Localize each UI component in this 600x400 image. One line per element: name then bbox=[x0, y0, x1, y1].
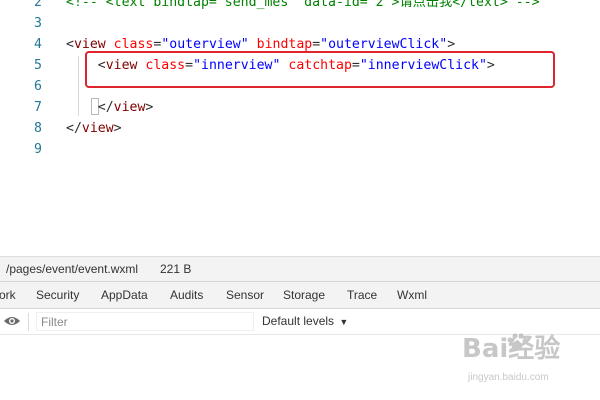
line-number: 6 bbox=[34, 79, 42, 94]
tab-trace[interactable]: Trace bbox=[347, 282, 377, 308]
editor-statusbar: /pages/event/event.wxml 221 B bbox=[0, 256, 600, 281]
code-token: class bbox=[113, 37, 154, 52]
code-line: 8 </view> bbox=[0, 118, 600, 139]
filter-input[interactable] bbox=[36, 312, 254, 331]
tab-appdata[interactable]: AppData bbox=[101, 282, 148, 308]
code-token: > bbox=[447, 37, 456, 52]
tab-wxml[interactable]: Wxml bbox=[397, 282, 427, 308]
code-editor[interactable]: 2 <!-- <text bindtap="send_mes" data-id="… bbox=[0, 0, 600, 256]
code-token: > bbox=[113, 121, 122, 136]
code-token: view bbox=[113, 100, 146, 115]
line-number: 7 bbox=[34, 100, 42, 115]
line-number: 4 bbox=[34, 37, 42, 52]
code-token: </ bbox=[66, 100, 114, 115]
code-token: = bbox=[312, 37, 321, 52]
tab-sensor[interactable]: Sensor bbox=[226, 282, 264, 308]
toolbar-divider bbox=[28, 313, 29, 331]
code-text: </view> bbox=[66, 97, 154, 118]
tab-network[interactable]: ork bbox=[0, 282, 16, 308]
tab-storage[interactable]: Storage bbox=[283, 282, 325, 308]
line-number: 9 bbox=[34, 142, 42, 157]
code-token: "outerview" bbox=[161, 37, 249, 52]
line-number: 2 bbox=[34, 0, 42, 10]
tab-security[interactable]: Security bbox=[36, 282, 79, 308]
code-text: <!-- <text bindtap="send_mes" data-id="2… bbox=[66, 0, 540, 13]
file-size: 221 B bbox=[160, 262, 192, 276]
code-token: view bbox=[73, 37, 106, 52]
devtools-tabs: ork Security AppData Audits Sensor Stora… bbox=[0, 281, 600, 309]
line-number: 3 bbox=[34, 16, 42, 31]
code-text: </view> bbox=[66, 118, 122, 139]
eye-icon[interactable] bbox=[3, 314, 21, 328]
code-token: bindtap bbox=[256, 37, 313, 52]
levels-label: Default levels bbox=[262, 314, 335, 328]
tab-audits[interactable]: Audits bbox=[170, 282, 203, 308]
code-token: </ bbox=[66, 121, 82, 136]
code-token: > bbox=[145, 100, 154, 115]
code-token: "outerviewClick" bbox=[320, 37, 448, 52]
watermark-url: jingyan.baidu.com bbox=[468, 372, 549, 383]
dropdown-arrow-icon: ▼ bbox=[339, 317, 349, 327]
code-line: 7 </view> bbox=[0, 97, 600, 118]
code-token: view bbox=[81, 121, 114, 136]
code-line: 2 <!-- <text bindtap="send_mes" data-id="… bbox=[0, 0, 600, 13]
annotation-highlight-box bbox=[85, 51, 555, 88]
watermark: Bai经验 jingyan.baidu.com bbox=[444, 328, 594, 390]
default-levels-dropdown[interactable]: Default levels ▼ bbox=[262, 314, 348, 328]
line-number: 5 bbox=[34, 58, 42, 73]
code-line: 9 bbox=[0, 139, 600, 160]
line-number: 8 bbox=[34, 121, 42, 136]
watermark-brand: Bai经验 bbox=[462, 334, 561, 364]
code-line: 3 bbox=[0, 13, 600, 34]
code-token: < bbox=[66, 37, 74, 52]
code-token: <!-- <text bindtap="send_mes" data-id="2… bbox=[66, 0, 540, 10]
file-path: /pages/event/event.wxml bbox=[6, 262, 139, 276]
